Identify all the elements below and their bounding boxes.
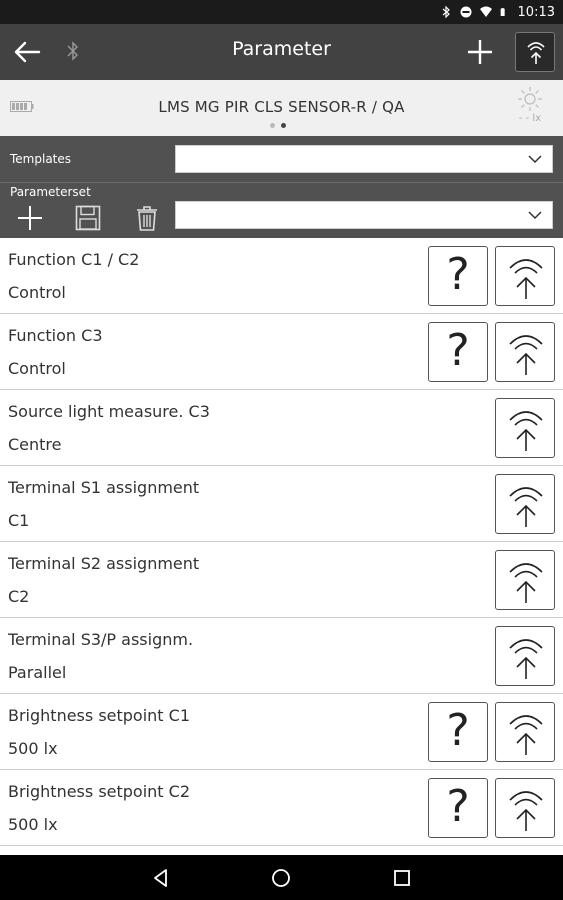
signal-upload-icon [509,639,543,679]
bluetooth-icon [442,6,450,18]
signal-upload-icon [509,335,543,375]
parameterset-section: Parameterset [0,183,563,238]
system-nav-bar [0,855,563,900]
parameter-value: 500 lx [8,739,58,758]
send-parameter-button[interactable] [495,550,555,610]
page-indicator-dot-active [281,123,286,128]
send-parameter-button[interactable] [495,474,555,534]
parameterset-label: Parameterset [10,185,91,199]
nav-recents-icon[interactable] [391,867,413,889]
send-parameter-button[interactable] [495,398,555,458]
signal-upload-icon [509,715,543,755]
parameter-name: Function C1 / C2 [8,250,140,269]
wifi-icon [479,6,492,17]
help-icon: ? [446,325,470,376]
plus-icon[interactable] [466,38,494,66]
signal-upload-icon [509,259,543,299]
add-icon[interactable] [17,205,43,231]
page-indicator-dot [270,123,275,128]
signal-upload-icon [509,487,543,527]
upload-all-button[interactable] [515,32,555,72]
parameter-row[interactable]: Terminal S3/P assignm. Parallel [0,618,563,694]
signal-upload-icon [527,42,545,64]
parameterset-dropdown[interactable] [175,201,553,229]
send-parameter-button[interactable] [495,626,555,686]
help-button[interactable]: ? [428,322,488,382]
help-button[interactable]: ? [428,778,488,838]
send-parameter-button[interactable] [495,322,555,382]
signal-upload-icon [509,563,543,603]
parameter-row[interactable]: Function C1 / C2 Control ? [0,238,563,314]
parameter-row[interactable]: Source light measure. C3 Centre [0,390,563,466]
nav-home-icon[interactable] [270,867,292,889]
app-bar: Parameter [0,24,563,80]
nav-back-icon[interactable] [150,867,172,889]
parameter-value: Control [8,283,66,302]
parameter-row[interactable]: Function C3 Control ? [0,314,563,390]
parameter-value: C1 [8,511,30,530]
parameter-name: Terminal S1 assignment [8,478,200,497]
help-button[interactable]: ? [428,702,488,762]
parameter-value: Centre [8,435,62,454]
parameter-row[interactable]: Brightness setpoint C1 500 lx ? [0,694,563,770]
lux-reading: - - lx [518,113,542,124]
chevron-down-icon [528,155,542,164]
templates-label: Templates [10,152,72,166]
trash-icon[interactable] [134,205,160,231]
help-icon: ? [446,781,470,832]
parameter-value: 500 lx [8,815,58,834]
parameter-value: Control [8,359,66,378]
send-parameter-button[interactable] [495,702,555,762]
status-icons: 10:13 [440,0,555,24]
send-parameter-button[interactable] [495,778,555,838]
save-icon[interactable] [75,205,101,231]
sun-icon [518,87,542,111]
parameter-row[interactable]: Terminal S2 assignment C2 [0,542,563,618]
parameter-name: Brightness setpoint C1 [8,706,191,725]
parameter-value: C2 [8,587,30,606]
parameter-row[interactable]: Brightness setpoint C2 500 lx ? [0,770,563,846]
parameter-row[interactable]: Terminal S1 assignment C1 [0,466,563,542]
device-name: LMS MG PIR CLS SENSOR-R / QA [158,98,405,116]
parameter-value: Parallel [8,663,67,682]
status-bar: 10:13 [0,0,563,24]
parameter-name: Source light measure. C3 [8,402,210,421]
help-icon: ? [446,705,470,756]
signal-upload-icon [509,791,543,831]
status-time: 10:13 [517,4,555,20]
parameter-name: Terminal S2 assignment [8,554,200,573]
page-indicator [270,123,286,128]
signal-upload-icon [509,411,543,451]
device-header: LMS MG PIR CLS SENSOR-R / QA - - lx [0,80,563,136]
parameter-name: Function C3 [8,326,103,345]
parameter-name: Brightness setpoint C2 [8,782,191,801]
templates-dropdown[interactable] [175,145,553,173]
parameter-list: Function C1 / C2 Control ? Function C3 C… [0,238,563,867]
send-parameter-button[interactable] [495,246,555,306]
templates-section: Templates [0,136,563,182]
battery-icon [500,8,505,16]
help-icon: ? [446,249,470,300]
chevron-down-icon [528,211,542,220]
parameter-name: Terminal S3/P assignm. [8,630,194,649]
help-button[interactable]: ? [428,246,488,306]
do-not-disturb-icon [460,6,472,18]
